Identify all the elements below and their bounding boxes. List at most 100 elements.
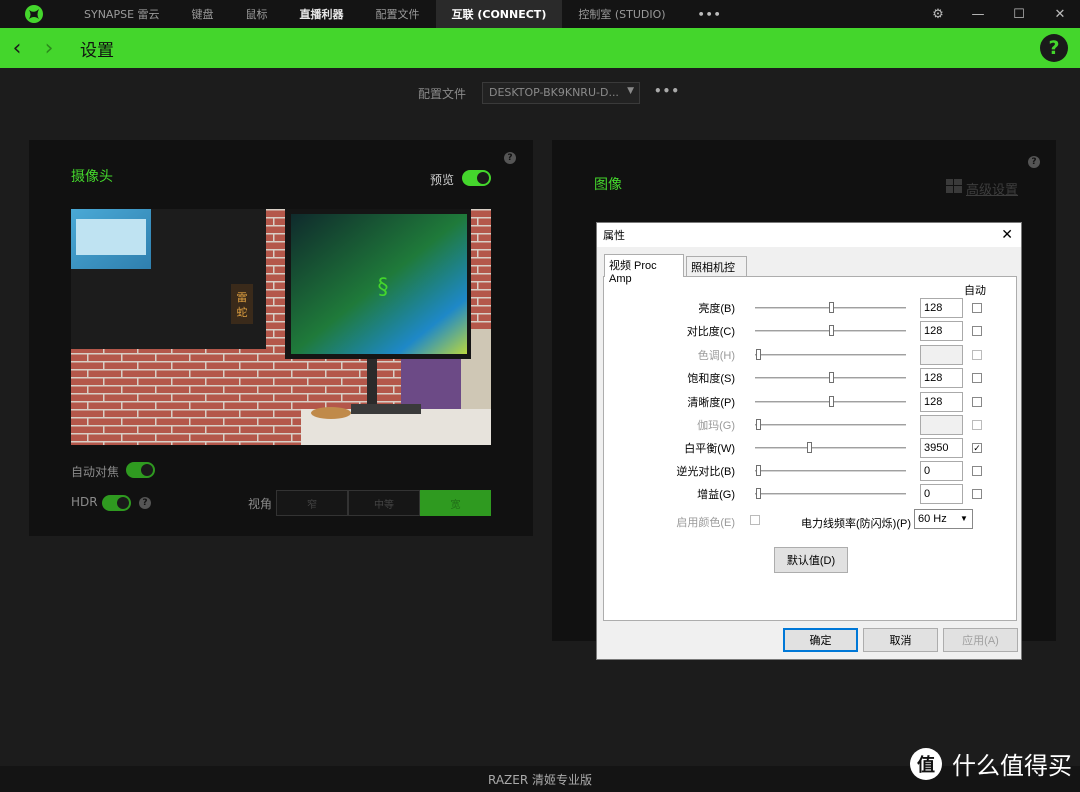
tab-profiles[interactable]: 配置文件: [360, 0, 436, 28]
hdr-help-icon[interactable]: ?: [139, 497, 151, 509]
property-auto-checkbox[interactable]: [972, 466, 982, 476]
powerline-select[interactable]: 60 Hz ▼: [914, 509, 973, 529]
svg-text:§: §: [378, 275, 389, 300]
tab-synapse[interactable]: SYNAPSE 雷云: [68, 0, 176, 28]
dialog-title: 属性: [597, 223, 1021, 247]
settings-gear-icon[interactable]: ⚙: [918, 0, 958, 28]
view-medium-button[interactable]: 中等: [348, 490, 420, 516]
auto-column-header: 自动: [964, 285, 986, 297]
sign-text-2: 蛇: [237, 305, 248, 319]
property-slider-track[interactable]: [755, 424, 906, 426]
camera-title: 摄像头: [71, 169, 113, 185]
maximize-icon[interactable]: ☐: [999, 0, 1039, 28]
property-slider-thumb[interactable]: [756, 488, 761, 499]
property-value-field[interactable]: 0: [920, 461, 963, 481]
windows-icon: [946, 179, 962, 196]
property-slider-track[interactable]: [755, 447, 906, 449]
ok-button[interactable]: 确定: [783, 628, 858, 652]
property-slider-thumb[interactable]: [829, 302, 834, 313]
property-label: 饱和度(S): [687, 373, 735, 385]
property-slider-thumb[interactable]: [756, 465, 761, 476]
property-value-field[interactable]: 128: [920, 298, 963, 318]
property-value-field[interactable]: 128: [920, 321, 963, 341]
forward-arrow-icon[interactable]: ›: [38, 28, 60, 68]
property-slider-thumb[interactable]: [829, 325, 834, 336]
autofocus-toggle[interactable]: [126, 462, 155, 478]
chevron-down-icon: ▼: [960, 514, 968, 523]
dialog-close-icon[interactable]: ✕: [1001, 226, 1013, 243]
property-label: 色调(H): [697, 350, 735, 362]
advanced-settings-link[interactable]: 高级设置: [966, 179, 1018, 198]
help-icon[interactable]: ?: [1040, 34, 1068, 62]
property-value-field[interactable]: 128: [920, 392, 963, 412]
view-angle-label: 视角: [248, 497, 273, 511]
sign-text-1: 雷: [237, 291, 248, 304]
preview-toggle[interactable]: [462, 170, 491, 186]
property-auto-checkbox[interactable]: [972, 303, 982, 313]
property-value-field[interactable]: 0: [920, 484, 963, 504]
page-title: 设置: [80, 40, 114, 61]
hdr-toggle[interactable]: [102, 495, 131, 511]
tab-connect[interactable]: 互联 (CONNECT): [435, 0, 563, 28]
apply-button[interactable]: 应用(A): [943, 628, 1018, 652]
tab-keyboard[interactable]: 键盘: [176, 0, 230, 28]
close-window-icon[interactable]: ✕: [1040, 0, 1080, 28]
properties-dialog: 属性 ✕ 视频 Proc Amp 照相机控制 自动 亮度(B) 128 对比度(C)…: [596, 222, 1022, 660]
property-label: 清晰度(P): [687, 397, 735, 409]
property-label: 逆光对比(B): [676, 466, 735, 478]
tab-streamer[interactable]: 直播利器: [284, 0, 360, 28]
profile-more-icon[interactable]: •••: [654, 84, 680, 98]
property-auto-checkbox[interactable]: [972, 420, 982, 430]
property-slider-track[interactable]: [755, 470, 906, 472]
property-label: 伽玛(G): [697, 420, 735, 432]
view-narrow-button[interactable]: 窄: [276, 490, 348, 516]
property-slider-thumb[interactable]: [829, 396, 834, 407]
image-help-icon[interactable]: ?: [1028, 156, 1040, 168]
property-slider-track[interactable]: [755, 493, 906, 495]
color-enable-label: 启用颜色(E): [676, 517, 735, 529]
minimize-icon[interactable]: —: [958, 0, 998, 28]
property-slider-thumb[interactable]: [807, 442, 812, 453]
hdr-label: HDR: [71, 495, 98, 509]
cancel-button[interactable]: 取消: [863, 628, 938, 652]
profile-value: DESKTOP-BK9KNRU-D...: [489, 86, 619, 99]
property-label: 对比度(C): [686, 326, 735, 338]
profile-dropdown[interactable]: DESKTOP-BK9KNRU-D... ▼: [482, 82, 640, 104]
property-value-field[interactable]: [920, 345, 963, 365]
tab-mouse[interactable]: 鼠标: [230, 0, 284, 28]
powerline-value: 60 Hz: [918, 513, 947, 525]
profile-label: 配置文件: [418, 87, 467, 101]
color-enable-checkbox[interactable]: [750, 515, 760, 525]
property-slider-thumb[interactable]: [829, 372, 834, 383]
tabs-more-icon[interactable]: •••: [682, 0, 738, 28]
watermark: 值 什么值得买: [910, 746, 1072, 781]
footer-text: RAZER 清姬专业版: [487, 772, 593, 787]
property-auto-checkbox[interactable]: [972, 326, 982, 336]
watermark-logo-icon: 值: [910, 747, 942, 780]
back-arrow-icon[interactable]: ‹: [6, 28, 28, 68]
tab-camera-control[interactable]: 照相机控制: [686, 256, 747, 290]
dialog-tab-body: 自动 亮度(B) 128 对比度(C) 128 色调(H) 饱和度(S) 128 清晰度(P)…: [603, 276, 1017, 621]
default-button[interactable]: 默认值(D): [774, 547, 848, 573]
property-auto-checkbox[interactable]: [972, 489, 982, 499]
property-value-field[interactable]: [920, 415, 963, 435]
property-label: 增益(G): [697, 489, 735, 501]
property-label: 白平衡(W): [684, 443, 735, 455]
property-slider-thumb[interactable]: [756, 349, 761, 360]
property-slider-track[interactable]: [755, 354, 906, 356]
property-auto-checkbox[interactable]: ✓: [972, 443, 982, 453]
view-wide-button[interactable]: 宽: [420, 490, 491, 516]
powerline-label: 电力线频率(防闪烁)(P): [801, 518, 911, 530]
razer-logo-icon[interactable]: [0, 0, 68, 28]
property-value-field[interactable]: 128: [920, 368, 963, 388]
property-value-field[interactable]: 3950: [920, 438, 963, 458]
property-slider-thumb[interactable]: [756, 419, 761, 430]
property-label: 亮度(B): [698, 303, 735, 315]
camera-help-icon[interactable]: ?: [504, 152, 516, 164]
property-auto-checkbox[interactable]: [972, 350, 982, 360]
property-auto-checkbox[interactable]: [972, 397, 982, 407]
autofocus-label: 自动对焦: [71, 465, 120, 479]
tab-studio[interactable]: 控制室 (STUDIO): [562, 0, 681, 28]
property-auto-checkbox[interactable]: [972, 373, 982, 383]
tab-video-proc-amp[interactable]: 视频 Proc Amp: [604, 254, 684, 285]
